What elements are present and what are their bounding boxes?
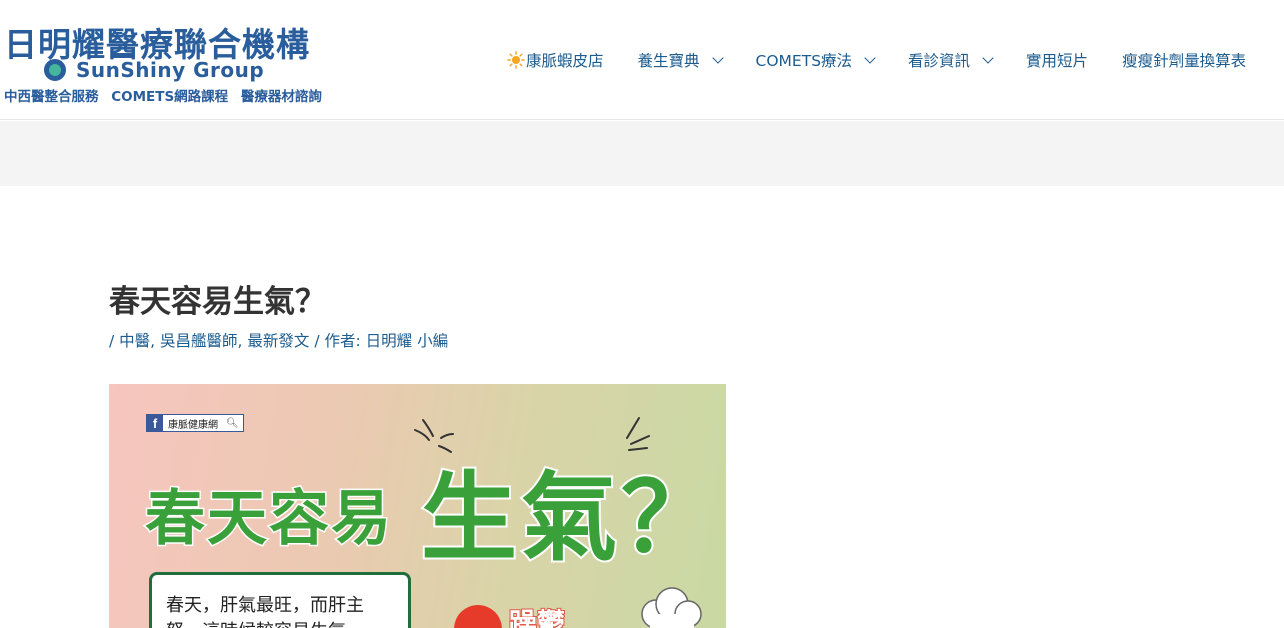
chevron-down-icon (982, 51, 994, 64)
site-logo[interactable]: 日明耀醫療聯合機構 SunShiny Group 中西醫整合服務 COMETS網… (4, 18, 349, 108)
author-link[interactable]: 日明耀 小編 (366, 332, 448, 350)
category-link-latest[interactable]: 最新發文 (247, 332, 309, 350)
headline-big: 生氣？ (419, 460, 721, 576)
nav-label: 實用短片 (1026, 52, 1089, 70)
nav-item-health-guide[interactable]: 養生寶典 (637, 49, 724, 71)
nav-label: 康脈蝦皮店 (526, 52, 604, 70)
angry-word: 躁鬱 (508, 606, 566, 628)
brand-ring-icon (44, 59, 66, 81)
nav-item-clinic-info[interactable]: 看診資訊 (908, 49, 994, 71)
post-meta: / 中醫, 吳昌艦醫師, 最新發文 / 作者: 日明耀 小編 (109, 332, 449, 350)
nav-label: 看診資訊 (908, 52, 971, 70)
logo-brand-text: SunShiny Group (76, 58, 265, 82)
featured-image[interactable]: f 康脈健康網 🔍︎ 春天容易 生氣？ 春天，肝氣最旺，而肝主 怒，這時候較容易… (109, 384, 726, 628)
site-header: 日明耀醫療聯合機構 SunShiny Group 中西醫整合服務 COMETS網… (0, 0, 1284, 120)
logo-brand: SunShiny Group (44, 58, 264, 82)
nav-item-shopee-store[interactable]: 康脈蝦皮店 (507, 49, 604, 71)
nav-item-dosage-table[interactable]: 瘦瘦針劑量換算表 (1122, 49, 1246, 71)
page-header-band (0, 121, 1284, 186)
main-nav: 康脈蝦皮店 養生寶典 COMETS療法 看診資訊 實用短片 瘦瘦針劑量換算表 (507, 48, 1246, 72)
nav-label: 瘦瘦針劑量換算表 (1122, 52, 1247, 70)
logo-subtitle: 中西醫整合服務 COMETS網路課程 醫療器材諮詢 (4, 89, 322, 105)
category-link-doctor[interactable]: 吳昌艦醫師 (160, 332, 238, 350)
chevron-down-icon (864, 51, 876, 64)
card-text-line-2: 怒，這時候較容易生氣， (166, 619, 408, 628)
facebook-icon: f (147, 415, 163, 431)
sun-icon (507, 51, 525, 69)
facebook-badge: f 康脈健康網 🔍︎ (146, 414, 244, 432)
nav-item-short-videos[interactable]: 實用短片 (1026, 49, 1088, 71)
meta-prefix: / (109, 332, 120, 350)
search-icon: 🔍︎ (226, 417, 239, 429)
chevron-down-icon (711, 51, 724, 64)
headline-small: 春天容易 (144, 483, 393, 556)
post-title: 春天容易生氣？ (109, 284, 326, 320)
category-link-tcm[interactable]: 中醫 (119, 332, 150, 350)
angry-face-icon (454, 605, 502, 628)
author-prefix: / 作者: (309, 332, 366, 350)
info-card: 春天，肝氣最旺，而肝主 怒，這時候較容易生氣， (149, 572, 411, 628)
nav-label: 養生寶典 (637, 52, 700, 70)
nav-label: COMETS療法 (755, 52, 853, 70)
cloud-icon (641, 587, 702, 628)
card-text-line-1: 春天，肝氣最旺，而肝主 (166, 595, 364, 616)
facebook-badge-text: 康脈健康網 (168, 419, 218, 431)
nav-item-comets-therapy[interactable]: COMETS療法 (755, 49, 876, 71)
